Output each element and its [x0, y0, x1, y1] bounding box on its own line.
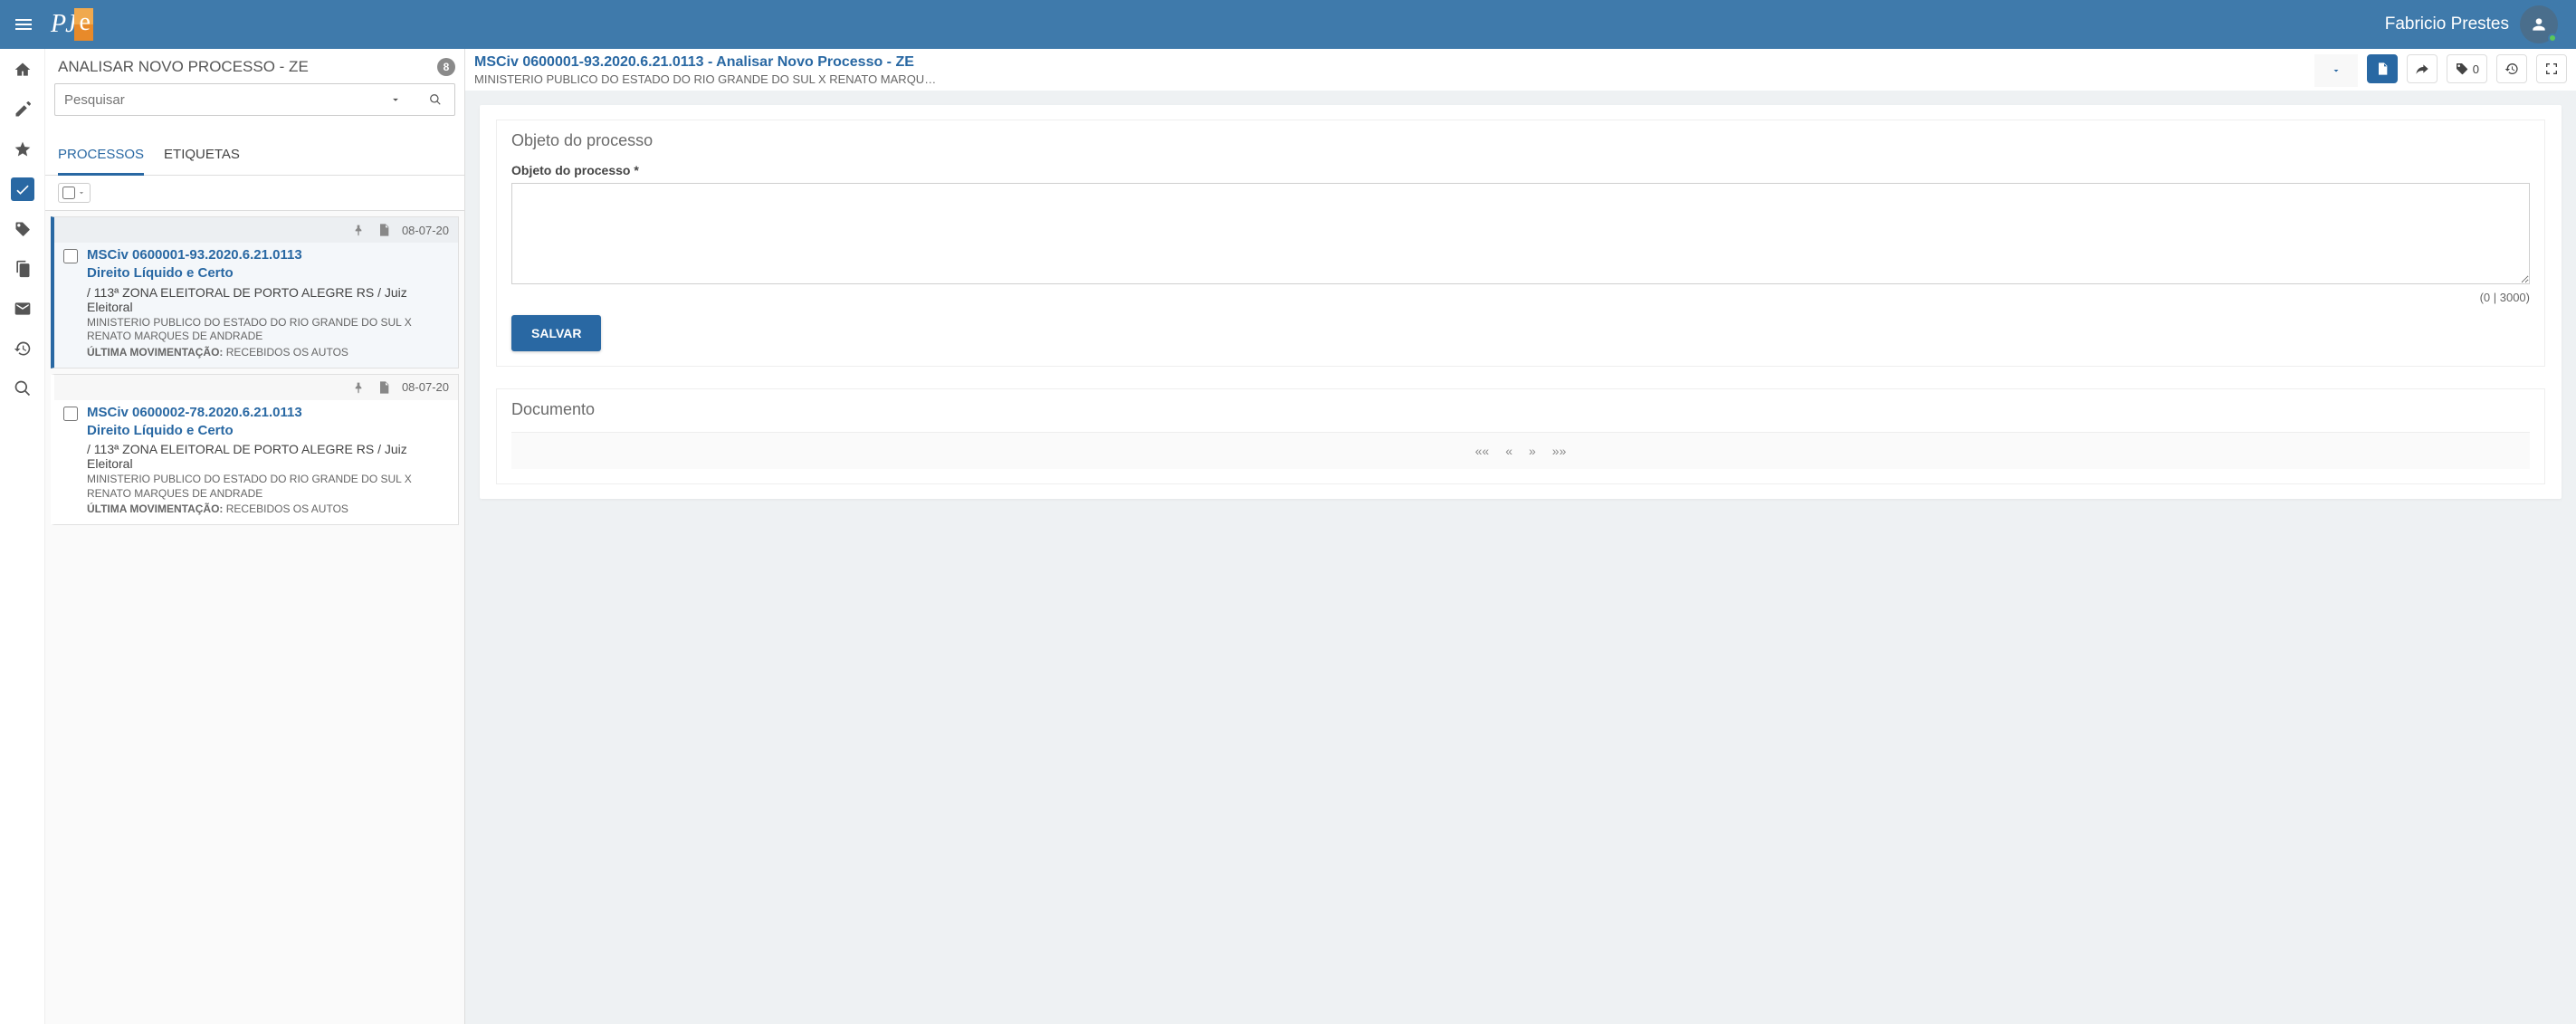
side-rail	[0, 49, 45, 1024]
documento-panel-title: Documento	[511, 400, 2530, 419]
search-row	[45, 83, 464, 121]
topbar: P J e Fabricio Prestes	[0, 0, 2576, 49]
autos-button[interactable]	[2367, 54, 2398, 83]
process-date: 08-07-20	[402, 224, 449, 237]
search-button[interactable]	[415, 83, 455, 116]
history-button[interactable]	[2496, 54, 2527, 83]
case-title[interactable]: MSCiv 0600001-93.2020.6.21.0113 - Analis…	[474, 54, 2305, 71]
process-subject: Direito Líquido e Certo	[87, 264, 449, 282]
process-number-link[interactable]: MSCiv 0600002-78.2020.6.21.0113	[87, 405, 302, 420]
pager-first[interactable]: ««	[1475, 444, 1490, 458]
edit-icon[interactable]	[11, 98, 34, 121]
pin-icon[interactable]	[351, 380, 366, 395]
documento-pager: «« « » »»	[511, 432, 2530, 469]
process-list-pane: ANALISAR NOVO PROCESSO - ZE 8 PROCESSOS …	[45, 49, 465, 1024]
detail-pane: MSCiv 0600001-93.2020.6.21.0113 - Analis…	[465, 49, 2576, 1024]
fullscreen-button[interactable]	[2536, 54, 2567, 83]
save-button[interactable]: SALVAR	[511, 315, 601, 351]
process-number-link[interactable]: MSCiv 0600001-93.2020.6.21.0113	[87, 247, 302, 263]
user-name: Fabricio Prestes	[2385, 14, 2509, 34]
logo-letter-e: e	[74, 8, 93, 41]
select-all-group[interactable]	[58, 183, 91, 203]
search-input[interactable]	[54, 83, 376, 116]
objeto-panel: Objeto do processo Objeto do processo (0…	[496, 120, 2545, 367]
process-location: / 113ª ZONA ELEITORAL DE PORTO ALEGRE RS…	[87, 442, 449, 471]
user-avatar[interactable]	[2520, 5, 2558, 43]
list-count-badge: 8	[437, 58, 455, 76]
star-icon[interactable]	[11, 138, 34, 161]
process-list[interactable]: 08-07-20 MSCiv 0600001-93.2020.6.21.0113…	[45, 211, 464, 1024]
pager-last[interactable]: »»	[1552, 444, 1567, 458]
objeto-field-label: Objeto do processo	[511, 163, 2530, 177]
history-icon[interactable]	[11, 337, 34, 360]
process-last-label: ÚLTIMA MOVIMENTAÇÃO:	[87, 346, 223, 359]
doc-icon[interactable]	[377, 223, 391, 237]
list-title: ANALISAR NOVO PROCESSO - ZE	[58, 58, 309, 76]
process-location: / 113ª ZONA ELEITORAL DE PORTO ALEGRE RS…	[87, 285, 449, 314]
process-last-value: RECEBIDOS OS AUTOS	[226, 346, 348, 359]
objeto-panel-title: Objeto do processo	[511, 131, 2530, 150]
process-last-move: ÚLTIMA MOVIMENTAÇÃO: RECEBIDOS OS AUTOS	[87, 502, 449, 515]
pin-icon[interactable]	[351, 223, 366, 237]
check-icon[interactable]	[11, 177, 34, 201]
doc-icon[interactable]	[377, 380, 391, 395]
select-all-caret-icon[interactable]	[77, 186, 86, 200]
detail-header: MSCiv 0600001-93.2020.6.21.0113 - Analis…	[465, 49, 2576, 91]
process-date: 08-07-20	[402, 380, 449, 394]
process-last-label: ÚLTIMA MOVIMENTAÇÃO:	[87, 502, 223, 515]
objeto-textarea[interactable]	[511, 183, 2530, 284]
hamburger-menu-icon[interactable]	[13, 14, 34, 35]
case-parties: MINISTERIO PUBLICO DO ESTADO DO RIO GRAN…	[474, 72, 2305, 86]
process-last-value: RECEBIDOS OS AUTOS	[226, 502, 348, 515]
copy-icon[interactable]	[11, 257, 34, 281]
process-checkbox[interactable]	[63, 249, 78, 263]
documento-panel: Documento «« « » »»	[496, 388, 2545, 484]
process-item[interactable]: 08-07-20 MSCiv 0600002-78.2020.6.21.0113…	[51, 374, 459, 526]
tags-icon[interactable]	[11, 217, 34, 241]
tab-etiquetas[interactable]: ETIQUETAS	[164, 139, 240, 175]
logo-letter-p: P	[51, 10, 65, 39]
search-filter-dropdown[interactable]	[376, 83, 415, 116]
search-rail-icon[interactable]	[11, 377, 34, 400]
process-subject: Direito Líquido e Certo	[87, 422, 449, 440]
tags-count: 0	[2473, 62, 2479, 76]
process-item[interactable]: 08-07-20 MSCiv 0600001-93.2020.6.21.0113…	[51, 216, 459, 368]
select-all-checkbox[interactable]	[62, 187, 75, 199]
tags-button[interactable]: 0	[2447, 54, 2487, 83]
objeto-charcount: (0 | 3000)	[511, 291, 2530, 304]
pager-prev[interactable]: «	[1505, 444, 1512, 458]
app-logo: P J e	[51, 8, 93, 41]
share-button[interactable]	[2407, 54, 2438, 83]
process-parties: MINISTERIO PUBLICO DO ESTADO DO RIO GRAN…	[87, 473, 449, 501]
detail-card: Objeto do processo Objeto do processo (0…	[480, 105, 2562, 499]
process-parties: MINISTERIO PUBLICO DO ESTADO DO RIO GRAN…	[87, 316, 449, 344]
pager-next[interactable]: »	[1529, 444, 1536, 458]
mail-icon[interactable]	[11, 297, 34, 321]
process-checkbox[interactable]	[63, 407, 78, 421]
detail-toolbar: 0	[2367, 54, 2567, 83]
home-icon[interactable]	[11, 58, 34, 81]
process-last-move: ÚLTIMA MOVIMENTAÇÃO: RECEBIDOS OS AUTOS	[87, 346, 449, 359]
expand-header-button[interactable]	[2314, 54, 2358, 87]
online-status-dot	[2548, 33, 2557, 43]
tab-processos[interactable]: PROCESSOS	[58, 139, 144, 176]
